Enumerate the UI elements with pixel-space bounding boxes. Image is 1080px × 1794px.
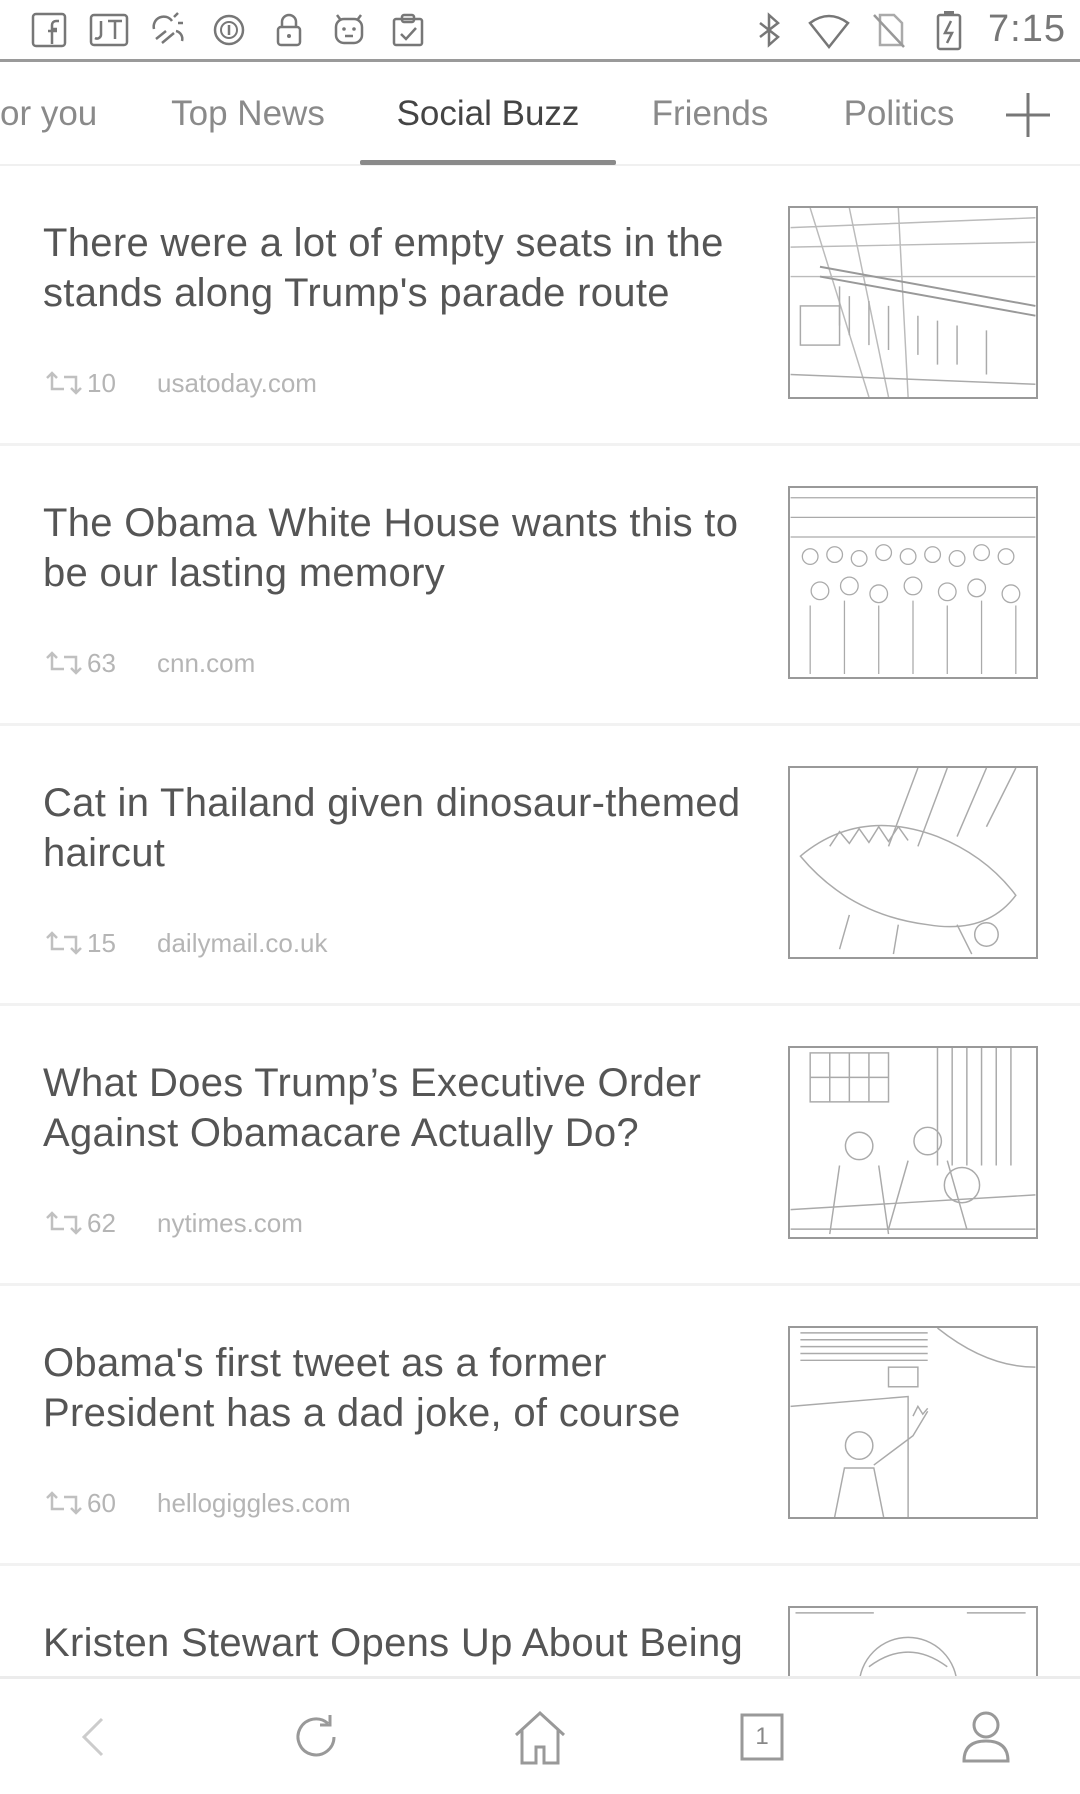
kristen-image[interactable]	[788, 1606, 1038, 1676]
weather-icon	[148, 9, 190, 51]
system-icons: 7:15	[748, 8, 1066, 51]
article-source: hellogiggles.com	[157, 1487, 351, 1518]
share-count: 63	[87, 647, 116, 678]
article-card[interactable]: There were a lot of empty seats in the s…	[0, 166, 1080, 446]
share-count-icon	[43, 928, 85, 958]
no-sim-icon	[868, 9, 910, 51]
share-count-icon	[43, 648, 85, 678]
tab-top-news[interactable]: Top News	[158, 62, 338, 166]
article-headline[interactable]: Cat in Thailand given dinosaur-themed ha…	[43, 778, 755, 878]
crowd-image[interactable]	[788, 486, 1038, 679]
jt-icon	[88, 9, 130, 51]
article-meta: 62 nytimes.com	[43, 1206, 303, 1240]
category-tabs: or you Top News Social Buzz Friends Poli…	[0, 62, 1080, 166]
tab-social-buzz[interactable]: Social Buzz	[360, 62, 616, 166]
article-source: nytimes.com	[157, 1207, 303, 1238]
home-icon	[514, 1710, 566, 1765]
cat-image[interactable]	[788, 766, 1038, 959]
status-bar: 7:15	[0, 0, 1080, 62]
battery-charging-icon	[928, 9, 970, 51]
clock: 7:15	[988, 8, 1066, 50]
article-card[interactable]: Obama's first tweet as a former Presiden…	[0, 1286, 1080, 1566]
android-icon	[328, 9, 370, 51]
wifi-icon	[808, 9, 850, 51]
share-count: 62	[87, 1207, 116, 1238]
plus-icon	[1006, 93, 1050, 137]
tab-friends[interactable]: Friends	[642, 62, 778, 166]
article-headline[interactable]: What Does Trump’s Executive Order Agains…	[43, 1058, 755, 1158]
back-button[interactable]	[54, 1697, 134, 1777]
bluetooth-icon	[748, 9, 790, 51]
share-count: 15	[87, 927, 116, 958]
lock-icon	[268, 9, 310, 51]
share-count: 60	[87, 1487, 116, 1518]
clipboard-icon	[388, 9, 430, 51]
circle-icon	[208, 9, 250, 51]
article-card[interactable]: What Does Trump’s Executive Order Agains…	[0, 1006, 1080, 1286]
obama-waving-image[interactable]	[788, 1326, 1038, 1519]
article-source: dailymail.co.uk	[157, 927, 328, 958]
share-count-icon	[43, 1208, 85, 1238]
article-meta: 10 usatoday.com	[43, 366, 317, 400]
article-meta: 15 dailymail.co.uk	[43, 926, 328, 960]
article-headline[interactable]: There were a lot of empty seats in the s…	[43, 218, 755, 318]
share-count-icon	[43, 1488, 85, 1518]
oval-office-image[interactable]	[788, 1046, 1038, 1239]
article-meta: 63 cnn.com	[43, 646, 255, 680]
profile-button[interactable]	[946, 1697, 1026, 1777]
active-tab-indicator	[360, 160, 616, 165]
tab-count: 1	[755, 1723, 769, 1750]
bottom-navigation: 1	[0, 1676, 1080, 1794]
add-tab-button[interactable]	[1000, 87, 1056, 143]
news-feed: There were a lot of empty seats in the s…	[0, 166, 1080, 1676]
article-source: usatoday.com	[157, 367, 317, 398]
refresh-button[interactable]	[276, 1697, 356, 1777]
facebook-icon	[28, 9, 70, 51]
back-icon	[81, 1717, 104, 1757]
refresh-icon	[296, 1715, 336, 1757]
home-button[interactable]	[500, 1697, 580, 1777]
article-source: cnn.com	[157, 647, 256, 678]
parade-image[interactable]	[788, 206, 1038, 399]
article-headline[interactable]: The Obama White House wants this to be o…	[43, 498, 755, 598]
tab-politics[interactable]: Politics	[826, 62, 972, 166]
share-count-icon	[43, 368, 85, 398]
article-card[interactable]: Kristen Stewart Opens Up About Being Sha…	[0, 1566, 1080, 1676]
tab-for-you[interactable]: or you	[0, 62, 110, 166]
profile-icon	[962, 1711, 1010, 1763]
article-headline[interactable]: Kristen Stewart Opens Up About Being Sha…	[43, 1618, 755, 1676]
article-card[interactable]: The Obama White House wants this to be o…	[0, 446, 1080, 726]
article-card[interactable]: Cat in Thailand given dinosaur-themed ha…	[0, 726, 1080, 1006]
share-count: 10	[87, 367, 116, 398]
tabs-button[interactable]: 1	[722, 1697, 802, 1777]
article-meta: 60 hellogiggles.com	[43, 1486, 351, 1520]
article-headline[interactable]: Obama's first tweet as a former Presiden…	[43, 1338, 755, 1438]
notification-icons	[28, 9, 430, 51]
